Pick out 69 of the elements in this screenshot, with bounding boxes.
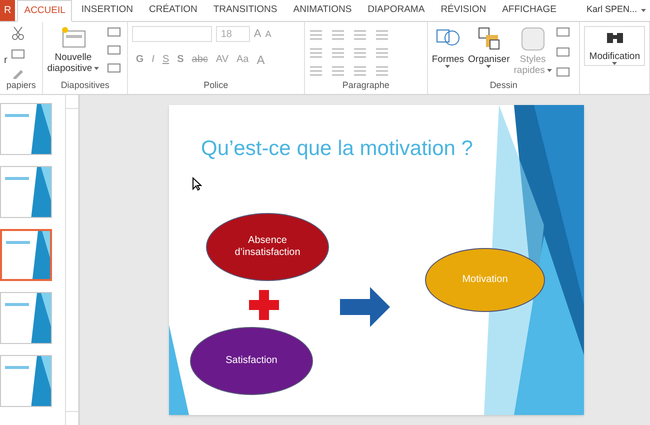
user-name[interactable]: Karl SPEN... (582, 0, 650, 21)
ribbon-tab[interactable]: DIAPORAMA (360, 0, 432, 21)
paragraph-icon[interactable] (352, 48, 367, 58)
cut-icon[interactable] (11, 26, 26, 40)
paste-label[interactable]: r (4, 53, 8, 68)
paragraph-icon[interactable] (352, 30, 367, 40)
ellipse-label: Absence d’insatisfaction (234, 235, 302, 259)
quick-styles-icon (520, 26, 546, 52)
shapes-button[interactable]: Formes (432, 26, 464, 68)
font-name-field[interactable] (132, 26, 212, 42)
ribbon-tab[interactable]: ANIMATIONS (286, 0, 359, 21)
caret-icon (94, 67, 100, 70)
paragraph-icon[interactable] (374, 48, 389, 58)
group-label: papiers (5, 78, 37, 92)
group-label: Police (202, 78, 230, 92)
case-button[interactable]: Aa (236, 52, 249, 67)
shadow-button[interactable]: S (177, 52, 184, 67)
slide-thumbnail[interactable] (0, 229, 52, 281)
group-label: Diapositives (60, 78, 110, 92)
ribbon-tab[interactable]: INSERTION (74, 0, 140, 21)
ribbon-tab[interactable]: TRANSITIONS (206, 0, 284, 21)
paragraph-icon[interactable] (330, 30, 345, 40)
ellipse-label: Motivation (462, 274, 508, 286)
slide-title: Qu’est-ce que la motivation ? (201, 136, 473, 162)
paragraph-icon[interactable] (308, 66, 323, 76)
scrollbar[interactable] (65, 95, 79, 425)
arrow-icon (340, 287, 390, 327)
caret-icon (445, 65, 450, 68)
group-label: Paragraphe (341, 78, 390, 92)
underline-button[interactable]: S (162, 52, 170, 67)
group-label: Dessin (488, 78, 518, 92)
paragraph-icon[interactable] (330, 66, 345, 76)
paragraph-icon[interactable] (308, 48, 323, 58)
grow-font-button[interactable]: A (254, 26, 262, 42)
new-slide-button[interactable]: Nouvelle diapositive (47, 26, 100, 74)
file-tab[interactable]: R (0, 0, 16, 21)
new-slide-icon (60, 26, 86, 48)
editing-button[interactable]: Modification (584, 26, 645, 66)
font-color-button[interactable]: A (256, 50, 265, 68)
brush-icon[interactable] (11, 68, 26, 78)
ribbon-tab[interactable]: CRÉATION (142, 0, 204, 21)
spacing-button[interactable]: AV (216, 52, 229, 67)
slide-thumbnail[interactable] (0, 103, 52, 155)
ribbon-tab[interactable]: AFFICHAGE (495, 0, 564, 21)
cursor-icon (192, 177, 202, 191)
caret-icon (641, 8, 646, 12)
paragraph-icon[interactable] (330, 48, 345, 58)
strike-button[interactable]: abc (192, 52, 208, 67)
plus-icon (249, 290, 279, 320)
paragraph-icon[interactable] (374, 66, 389, 76)
paragraph-icon[interactable] (308, 30, 323, 40)
slide-thumbnail[interactable] (0, 292, 52, 344)
shrink-font-button[interactable]: A (265, 28, 272, 41)
font-size-field[interactable]: 18 (216, 26, 250, 42)
arrange-icon (476, 26, 502, 52)
bold-button[interactable]: G (136, 52, 144, 67)
ribbon-tab[interactable]: ACCUEIL (17, 0, 72, 22)
caret-icon (546, 69, 552, 72)
caret-icon (486, 65, 492, 68)
paragraph-icon[interactable] (352, 66, 367, 76)
ellipse-label: Satisfaction (226, 355, 278, 367)
slide-thumbnail[interactable] (0, 166, 52, 218)
paragraph-icon[interactable] (374, 30, 389, 40)
ribbon-tab[interactable]: RÉVISION (434, 0, 494, 21)
quick-styles-button[interactable]: Styles rapides (514, 26, 552, 76)
slide-thumbnail[interactable] (0, 355, 52, 407)
caret-icon (612, 62, 618, 65)
italic-button[interactable]: I (152, 52, 154, 67)
arrange-button[interactable]: Organiser (468, 26, 510, 68)
